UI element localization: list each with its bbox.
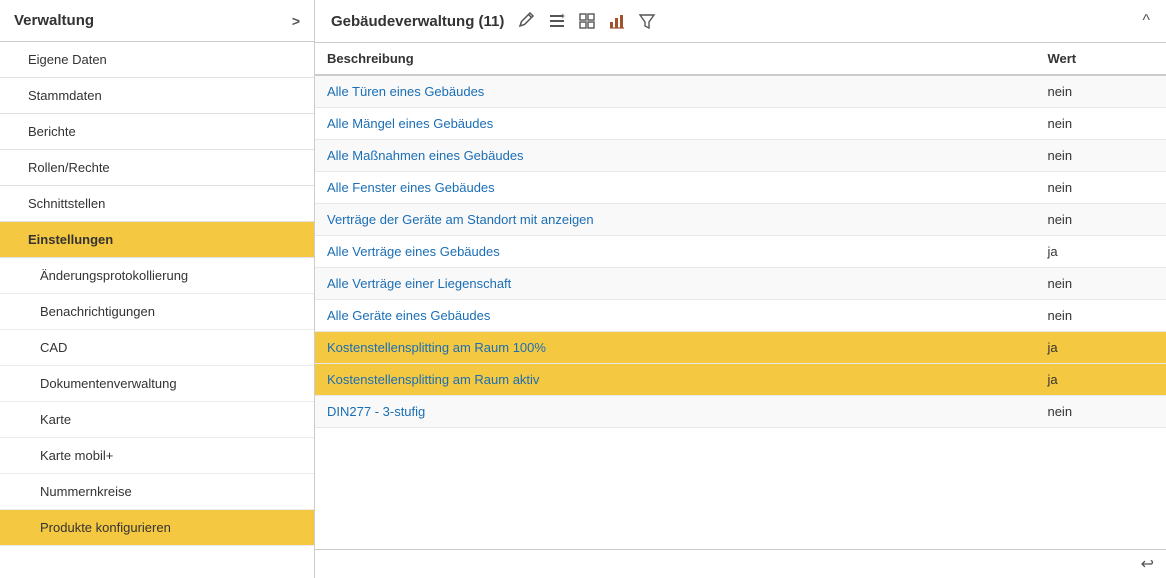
grid-icon[interactable] <box>576 10 598 32</box>
table-cell-val: ja <box>1035 332 1166 364</box>
sidebar-item-rollen-rechte[interactable]: Rollen/Rechte <box>0 150 314 186</box>
sidebar-item-eigene-daten[interactable]: Eigene Daten <box>0 42 314 78</box>
table-cell-val: nein <box>1035 108 1166 140</box>
table-header-row: Beschreibung Wert <box>315 43 1166 75</box>
toolbar-icons <box>516 10 658 32</box>
table-row: Alle Geräte eines Gebäudesnein <box>315 300 1166 332</box>
sidebar-item-aenderungsprotokollierung[interactable]: Änderungsprotokollierung <box>0 258 314 294</box>
sidebar-item-produkte-konfigurieren[interactable]: Produkte konfigurieren <box>0 510 314 546</box>
table-container: Beschreibung Wert Alle Türen eines Gebäu… <box>315 43 1166 549</box>
column-header-desc: Beschreibung <box>315 43 1035 75</box>
sidebar-item-cad[interactable]: CAD <box>0 330 314 366</box>
table-cell-val: nein <box>1035 204 1166 236</box>
table-row: Alle Fenster eines Gebäudesnein <box>315 172 1166 204</box>
back-icon[interactable]: ↩ <box>1141 554 1154 574</box>
table-row: Alle Verträge eines Gebäudesja <box>315 236 1166 268</box>
table-row: DIN277 - 3-stufignein <box>315 396 1166 428</box>
sidebar-item-karte[interactable]: Karte <box>0 402 314 438</box>
table-body: Alle Türen eines GebäudesneinAlle Mängel… <box>315 75 1166 428</box>
table-row: Verträge der Geräte am Standort mit anze… <box>315 204 1166 236</box>
sidebar-items: Eigene DatenStammdatenBerichteRollen/Rec… <box>0 42 314 546</box>
table-cell-desc[interactable]: Alle Geräte eines Gebäudes <box>315 300 1035 332</box>
table-cell-desc[interactable]: Alle Verträge eines Gebäudes <box>315 236 1035 268</box>
collapse-button[interactable]: ^ <box>1142 12 1150 30</box>
table-row: Alle Verträge einer Liegenschaftnein <box>315 268 1166 300</box>
sidebar-title: Verwaltung <box>14 12 94 29</box>
sidebar-item-berichte[interactable]: Berichte <box>0 114 314 150</box>
table-cell-val: nein <box>1035 396 1166 428</box>
edit-icon[interactable] <box>516 10 538 32</box>
table-cell-val: nein <box>1035 172 1166 204</box>
main-header: Gebäudeverwaltung (11) <box>315 0 1166 43</box>
chart-icon[interactable] <box>606 10 628 32</box>
table-cell-desc[interactable]: Kostenstellensplitting am Raum 100% <box>315 332 1035 364</box>
filter-icon[interactable] <box>636 10 658 32</box>
main-content: Gebäudeverwaltung (11) <box>315 0 1166 578</box>
table-cell-val: ja <box>1035 236 1166 268</box>
sidebar-item-einstellungen[interactable]: Einstellungen <box>0 222 314 258</box>
table-row: Alle Türen eines Gebäudesnein <box>315 75 1166 108</box>
table-cell-val: ja <box>1035 364 1166 396</box>
table-row: Kostenstellensplitting am Raum 100%ja <box>315 332 1166 364</box>
main-footer: ↩ <box>315 549 1166 578</box>
sidebar: Verwaltung > Eigene DatenStammdatenBeric… <box>0 0 315 578</box>
table-row: Alle Mängel eines Gebäudesnein <box>315 108 1166 140</box>
sidebar-header: Verwaltung > <box>0 0 314 42</box>
table-cell-desc[interactable]: Alle Fenster eines Gebäudes <box>315 172 1035 204</box>
sidebar-item-karte-mobil[interactable]: Karte mobil+ <box>0 438 314 474</box>
sidebar-item-dokumentenverwaltung[interactable]: Dokumentenverwaltung <box>0 366 314 402</box>
table-cell-desc[interactable]: Alle Mängel eines Gebäudes <box>315 108 1035 140</box>
main-title: Gebäudeverwaltung (11) <box>331 13 504 30</box>
table-cell-val: nein <box>1035 268 1166 300</box>
table-row: Alle Maßnahmen eines Gebäudesnein <box>315 140 1166 172</box>
table-cell-val: nein <box>1035 75 1166 108</box>
data-table: Beschreibung Wert Alle Türen eines Gebäu… <box>315 43 1166 428</box>
table-row: Kostenstellensplitting am Raum aktivja <box>315 364 1166 396</box>
table-cell-desc[interactable]: Alle Türen eines Gebäudes <box>315 75 1035 108</box>
table-cell-desc[interactable]: Alle Verträge einer Liegenschaft <box>315 268 1035 300</box>
sidebar-collapse-button[interactable]: > <box>292 13 300 29</box>
table-cell-val: nein <box>1035 300 1166 332</box>
sidebar-item-benachrichtigungen[interactable]: Benachrichtigungen <box>0 294 314 330</box>
sidebar-item-schnittstellen[interactable]: Schnittstellen <box>0 186 314 222</box>
list-icon[interactable] <box>546 10 568 32</box>
sidebar-item-nummernkreise[interactable]: Nummernkreise <box>0 474 314 510</box>
table-cell-desc[interactable]: Kostenstellensplitting am Raum aktiv <box>315 364 1035 396</box>
table-cell-val: nein <box>1035 140 1166 172</box>
main-header-left: Gebäudeverwaltung (11) <box>331 10 658 32</box>
table-cell-desc[interactable]: Verträge der Geräte am Standort mit anze… <box>315 204 1035 236</box>
table-cell-desc[interactable]: DIN277 - 3-stufig <box>315 396 1035 428</box>
column-header-val: Wert <box>1035 43 1166 75</box>
sidebar-item-stammdaten[interactable]: Stammdaten <box>0 78 314 114</box>
table-cell-desc[interactable]: Alle Maßnahmen eines Gebäudes <box>315 140 1035 172</box>
